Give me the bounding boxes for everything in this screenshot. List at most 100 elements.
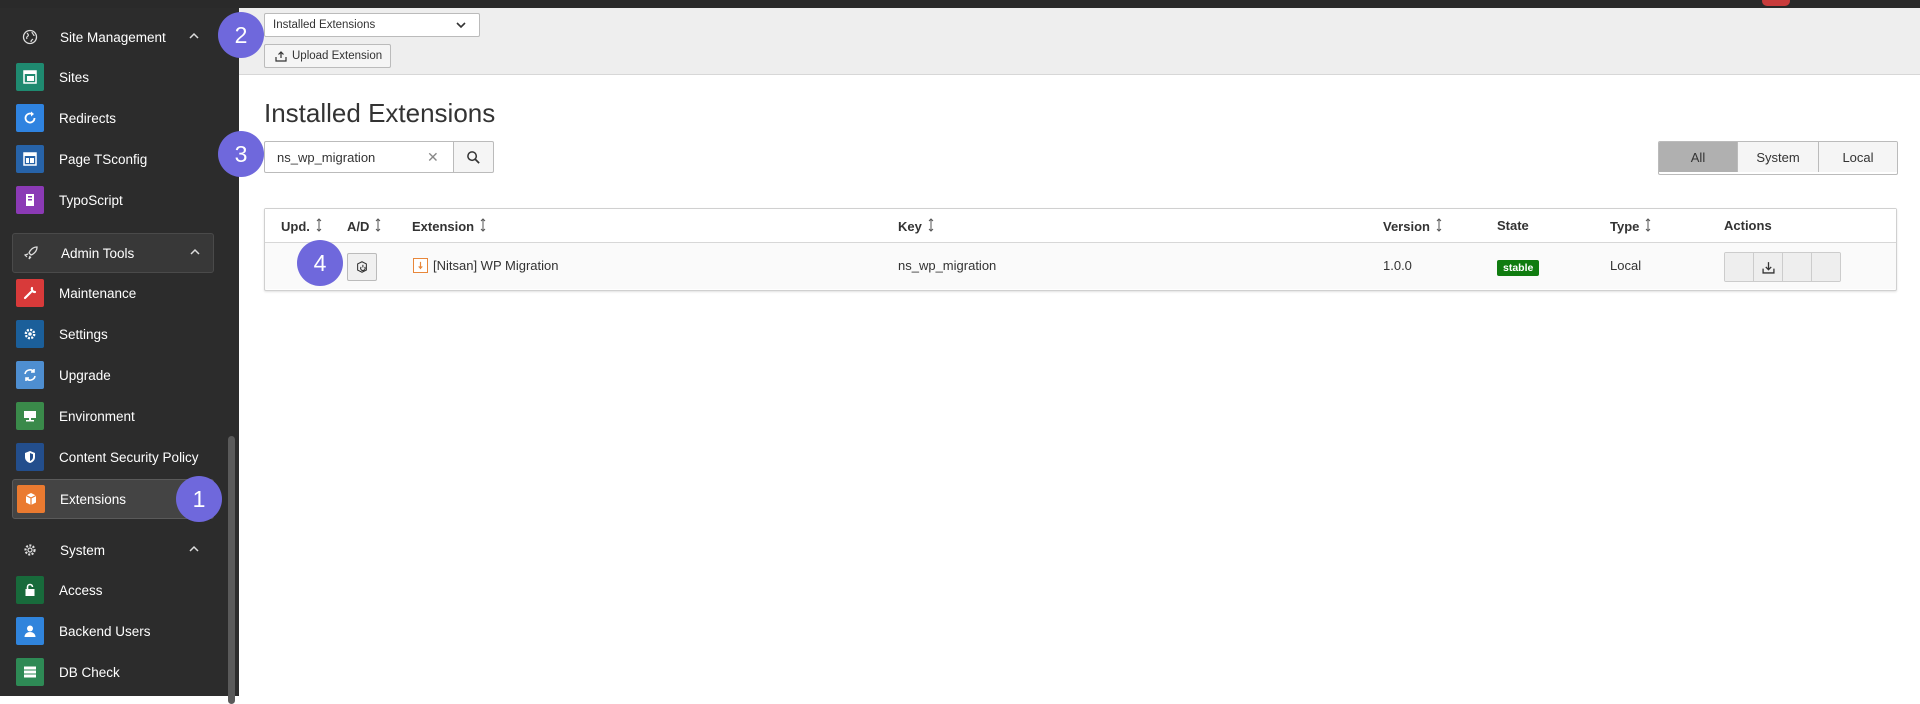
sidebar-item-redirects[interactable]: Redirects <box>12 99 212 137</box>
sidebar-item-label: Upgrade <box>59 367 111 383</box>
sidebar-item-label: Settings <box>59 326 108 342</box>
sidebar-item-label: Sites <box>59 69 90 85</box>
group-label: Site Management <box>60 29 166 45</box>
clear-icon[interactable]: ✕ <box>427 149 439 166</box>
column-header-extension[interactable]: Extension <box>412 218 486 235</box>
typoscript-icon <box>16 186 44 214</box>
group-label: System <box>60 542 106 558</box>
select-value: Installed Extensions <box>273 19 376 31</box>
sidebar-item-label: Page TSconfig <box>59 151 148 167</box>
deactivate-icon <box>357 261 367 273</box>
extension-type: Local <box>1610 258 1642 273</box>
box-icon <box>17 485 45 513</box>
sidebar-item-content-security-policy[interactable]: Content Security Policy <box>12 438 212 476</box>
sidebar-item-maintenance[interactable]: Maintenance <box>12 274 212 312</box>
extensions-table: Upd. A/D Extension Key Version State Typ… <box>264 208 1897 291</box>
sort-icon <box>375 218 381 235</box>
upload-extension-button[interactable]: Upload Extension <box>264 44 392 68</box>
download-button[interactable] <box>1754 253 1783 281</box>
sidebar-item-sites[interactable]: Sites <box>12 58 212 96</box>
column-header-ad[interactable]: A/D <box>347 218 381 235</box>
tsconfig-icon <box>16 145 44 173</box>
chevron-up-icon <box>189 246 201 261</box>
top-bar <box>0 0 1920 8</box>
download-icon <box>1761 261 1775 274</box>
action-button-empty[interactable] <box>1812 253 1840 281</box>
sidebar-item-label: Content Security Policy <box>59 449 199 465</box>
sidebar-item-settings[interactable]: Settings <box>12 315 212 353</box>
extension-icon <box>413 258 428 273</box>
sidebar-item-typoscript[interactable]: TypoScript <box>12 181 212 219</box>
column-header-update[interactable]: Upd. <box>281 218 322 235</box>
chevron-down-icon <box>455 19 467 34</box>
sidebar-item-backend-users[interactable]: Backend Users <box>12 612 212 650</box>
search-form: ✕ <box>264 141 494 173</box>
sidebar-item-label: Maintenance <box>59 285 137 301</box>
database-icon <box>16 658 44 686</box>
module-action-select[interactable]: Installed Extensions <box>264 13 480 37</box>
group-site-management[interactable]: Site Management <box>12 18 212 56</box>
page-title: Installed Extensions <box>264 98 496 128</box>
extension-title[interactable]: [Nitsan] WP Migration <box>433 258 558 273</box>
sort-icon <box>316 218 322 235</box>
gear-icon <box>20 542 40 558</box>
globe-icon <box>20 29 40 45</box>
type-filter: All System Local <box>1658 141 1898 175</box>
user-icon <box>16 617 44 645</box>
filter-local-button[interactable]: Local <box>1819 142 1897 172</box>
sort-icon <box>1436 218 1442 235</box>
table-row: [Nitsan] WP Migration ns_wp_migration 1.… <box>265 243 1896 289</box>
group-admin-tools[interactable]: Admin Tools <box>12 233 214 273</box>
shield-icon <box>16 443 44 471</box>
filter-system-button[interactable]: System <box>1738 142 1819 172</box>
redirect-icon <box>16 104 44 132</box>
sidebar-scrollbar[interactable] <box>228 436 235 704</box>
sidebar-item-label: Redirects <box>59 110 117 126</box>
sort-icon <box>928 218 934 235</box>
column-header-key[interactable]: Key <box>898 218 934 235</box>
chevron-up-icon <box>188 543 200 558</box>
cog-icon <box>16 320 44 348</box>
wrench-icon <box>16 279 44 307</box>
column-header-type[interactable]: Type <box>1610 218 1651 235</box>
table-header: Upd. A/D Extension Key Version State Typ… <box>265 209 1896 243</box>
action-button-empty[interactable] <box>1725 253 1754 281</box>
sidebar-item-db-check[interactable]: DB Check <box>12 653 212 691</box>
sidebar-item-label: TypoScript <box>59 192 123 208</box>
sidebar-item-access[interactable]: Access <box>12 571 212 609</box>
sidebar-item-label: DB Check <box>59 664 120 680</box>
sidebar-item-page-tsconfig[interactable]: Page TSconfig <box>12 140 212 178</box>
step-marker-1: 1 <box>176 476 222 522</box>
sidebar-item-upgrade[interactable]: Upgrade <box>12 356 212 394</box>
step-marker-4: 4 <box>297 240 343 286</box>
action-button-empty[interactable] <box>1783 253 1812 281</box>
module-menu: Site Management Sites Redirects Page TSc… <box>0 8 239 704</box>
notification-dot <box>1762 0 1790 6</box>
search-input[interactable] <box>264 141 454 173</box>
column-header-version[interactable]: Version <box>1383 218 1442 235</box>
sort-icon <box>480 218 486 235</box>
group-label: Admin Tools <box>61 245 135 261</box>
sidebar-item-environment[interactable]: Environment <box>12 397 212 435</box>
sidebar-item-label: Environment <box>59 408 135 424</box>
search-button[interactable] <box>453 141 494 173</box>
action-buttons <box>1724 252 1841 282</box>
step-marker-2: 2 <box>218 12 264 58</box>
sites-icon <box>16 63 44 91</box>
group-system[interactable]: System <box>12 531 212 569</box>
filter-all-button[interactable]: All <box>1659 142 1738 172</box>
rocket-icon <box>21 245 41 261</box>
sidebar-item-label: Backend Users <box>59 623 151 639</box>
upload-icon <box>275 51 287 62</box>
activate-deactivate-button[interactable] <box>347 253 377 281</box>
doc-header: Installed Extensions Upload Extension <box>239 8 1920 75</box>
sidebar-item-label: Access <box>59 582 103 598</box>
extension-version: 1.0.0 <box>1383 258 1412 273</box>
column-header-actions: Actions <box>1724 218 1772 233</box>
sidebar-item-label: Extensions <box>60 491 127 507</box>
step-marker-3: 3 <box>218 131 264 177</box>
chevron-up-icon <box>188 30 200 45</box>
extension-key: ns_wp_migration <box>898 258 997 273</box>
upload-label: Upload Extension <box>292 50 383 62</box>
monitor-icon <box>16 402 44 430</box>
